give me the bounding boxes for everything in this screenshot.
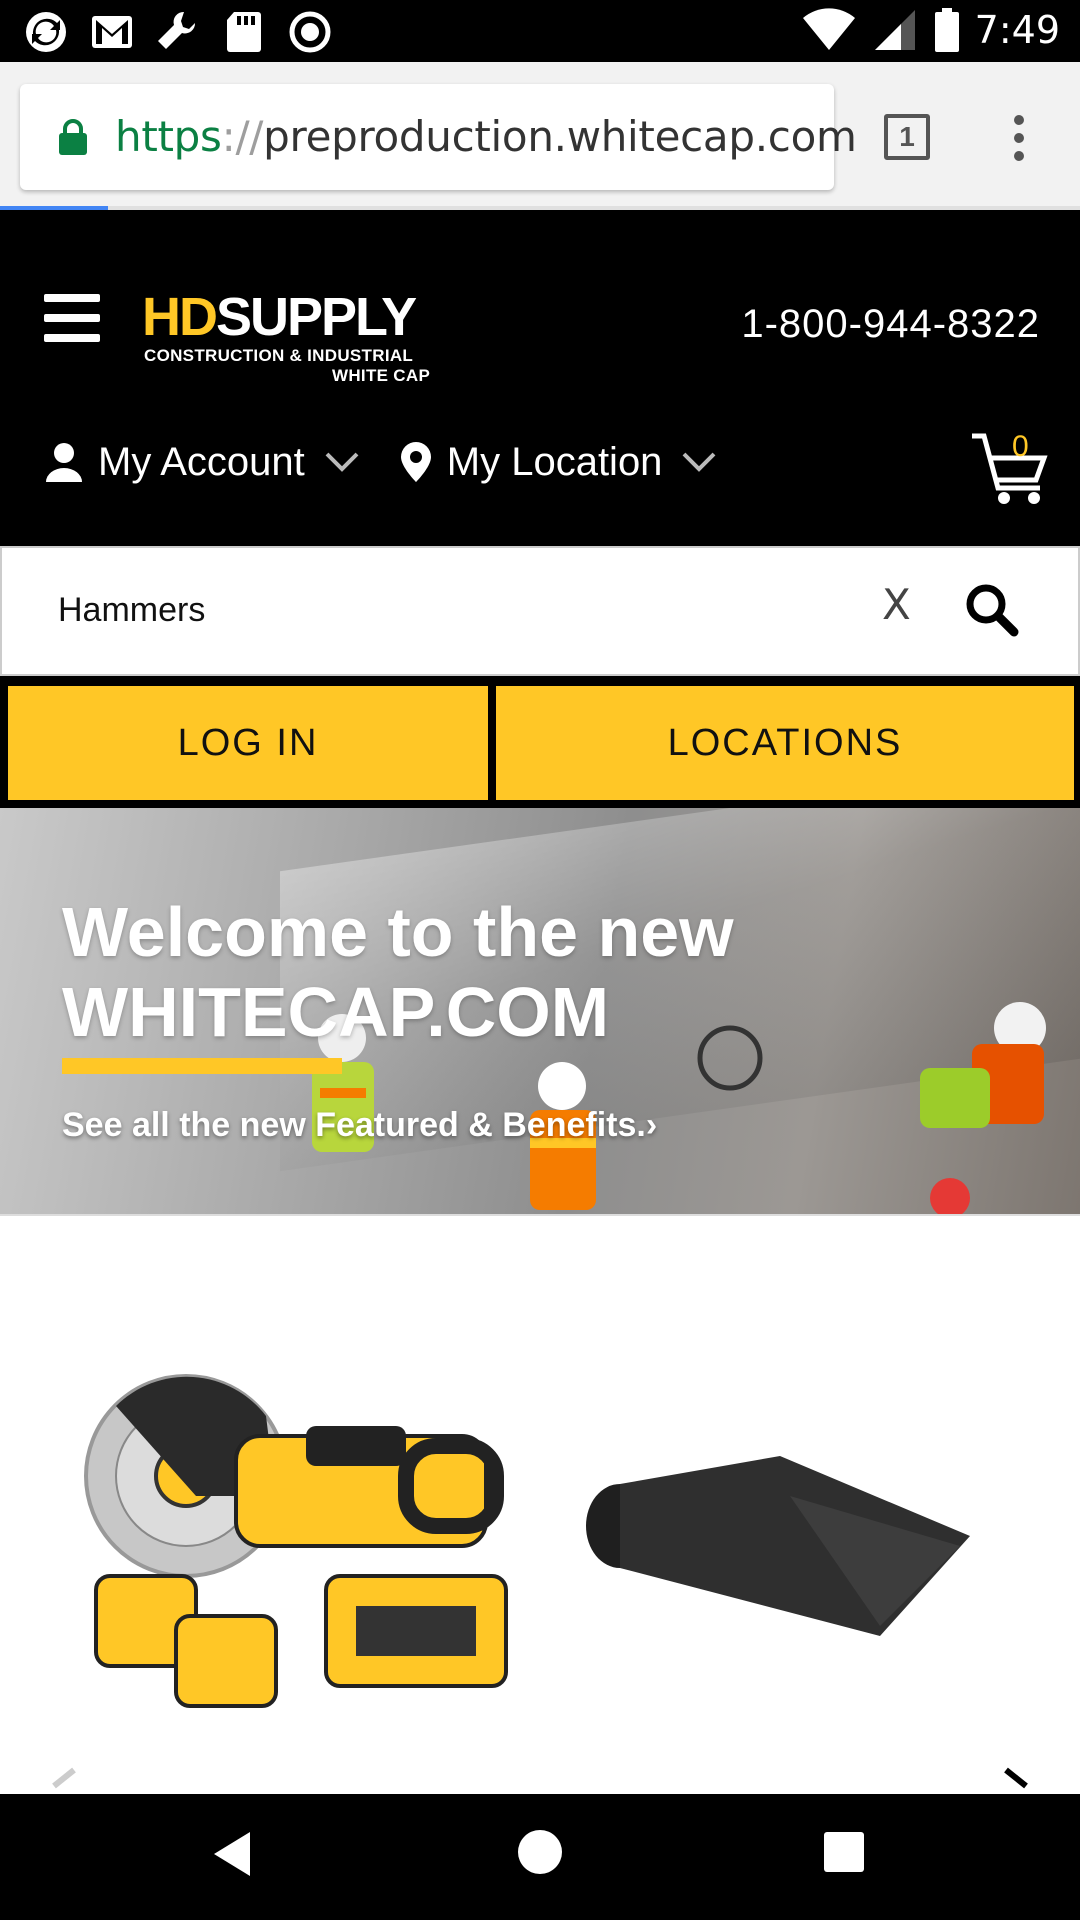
search-bar: X — [0, 546, 1080, 676]
url-host: preproduction.whitecap.com — [263, 112, 857, 161]
header-nav: My Account My Location — [46, 432, 758, 492]
banner-accent-rule — [62, 1058, 342, 1074]
sd-card-icon — [227, 12, 261, 52]
lock-icon — [59, 119, 87, 155]
my-location-dropdown[interactable]: My Location — [400, 439, 717, 485]
url-scheme: https — [115, 112, 222, 161]
logo-tagline: CONSTRUCTION & INDUSTRIAL — [144, 346, 414, 365]
phone-number-link[interactable]: 1-800-944-8322 — [741, 302, 1040, 347]
my-account-label: My Account — [98, 439, 305, 484]
action-buttons: LOG IN LOCATIONS — [0, 676, 1080, 808]
search-icon[interactable] — [964, 582, 1020, 638]
carousel-prev-arrow-icon[interactable] — [44, 1766, 84, 1794]
cart-icon — [972, 433, 1048, 504]
chevron-down-icon — [683, 452, 716, 472]
status-bar: 7:49 — [0, 0, 1080, 62]
plastic-sheeting-roll-image[interactable] — [580, 1436, 980, 1636]
back-icon[interactable] — [210, 1830, 254, 1878]
welcome-banner[interactable]: Welcome to the new WHITECAP.COM See all … — [0, 808, 1080, 1216]
product-carousel — [0, 1216, 1080, 1794]
logo-tagline-2: WHITE CAP — [332, 366, 431, 385]
battery-icon — [934, 8, 959, 52]
hd-supply-logo[interactable]: HDSUPPLY CONSTRUCTION & INDUSTRIAL WHITE… — [142, 287, 462, 385]
overflow-menu-icon[interactable] — [1002, 114, 1036, 162]
carousel-next-arrow-icon[interactable] — [996, 1766, 1036, 1794]
logo-supply: SUPPLY — [216, 287, 417, 347]
location-pin-icon — [400, 442, 431, 482]
my-location-label: My Location — [446, 439, 663, 484]
notification-icons — [22, 8, 334, 56]
banner-title: Welcome to the new — [62, 893, 734, 971]
banner-title-brand: WHITECAP.COM — [62, 973, 610, 1051]
address-bar[interactable]: https://preproduction.whitecap.com — [20, 84, 857, 190]
log-in-button[interactable]: LOG IN — [8, 686, 488, 800]
chevron-right-icon: › — [645, 1106, 658, 1144]
logo-hd: HD — [142, 287, 218, 347]
locations-button[interactable]: LOCATIONS — [496, 686, 1074, 800]
url-text: https://preproduction.whitecap.com — [115, 112, 857, 161]
search-input[interactable] — [58, 578, 838, 642]
status-time: 7:49 — [974, 8, 1060, 52]
chevron-down-icon — [325, 452, 359, 472]
featured-benefits-link[interactable]: See all the new Featured & Benefits.› — [62, 1106, 657, 1145]
url-separator: :// — [221, 112, 264, 161]
user-icon — [46, 443, 82, 482]
wifi-icon — [802, 8, 855, 50]
cart-count-badge: 0 — [1012, 430, 1029, 463]
android-nav-bar — [0, 1794, 1080, 1920]
hamburger-menu-icon[interactable] — [44, 294, 100, 342]
record-icon — [289, 11, 331, 53]
my-account-dropdown[interactable]: My Account — [46, 440, 359, 485]
clear-search-button[interactable]: X — [882, 580, 911, 629]
logo-wordmark: HDSUPPLY — [142, 287, 417, 347]
cart-button[interactable]: 0 — [970, 428, 1050, 508]
home-icon[interactable] — [518, 1830, 562, 1874]
sync-icon — [26, 12, 66, 52]
tab-switcher-button[interactable]: 1 — [884, 114, 930, 160]
browser-toolbar: https://preproduction.whitecap.com 1 — [0, 62, 1080, 210]
gmail-icon — [92, 16, 132, 48]
signal-icon — [874, 10, 915, 50]
dewalt-cut-off-saw-image[interactable] — [76, 1346, 536, 1726]
featured-benefits-text: See all the new Featured & Benefits. — [62, 1106, 646, 1144]
wrench-icon — [158, 11, 196, 50]
system-icons: 7:49 — [801, 6, 1060, 54]
recents-icon[interactable] — [824, 1832, 864, 1872]
site-header: HDSUPPLY CONSTRUCTION & INDUSTRIAL WHITE… — [0, 210, 1080, 546]
